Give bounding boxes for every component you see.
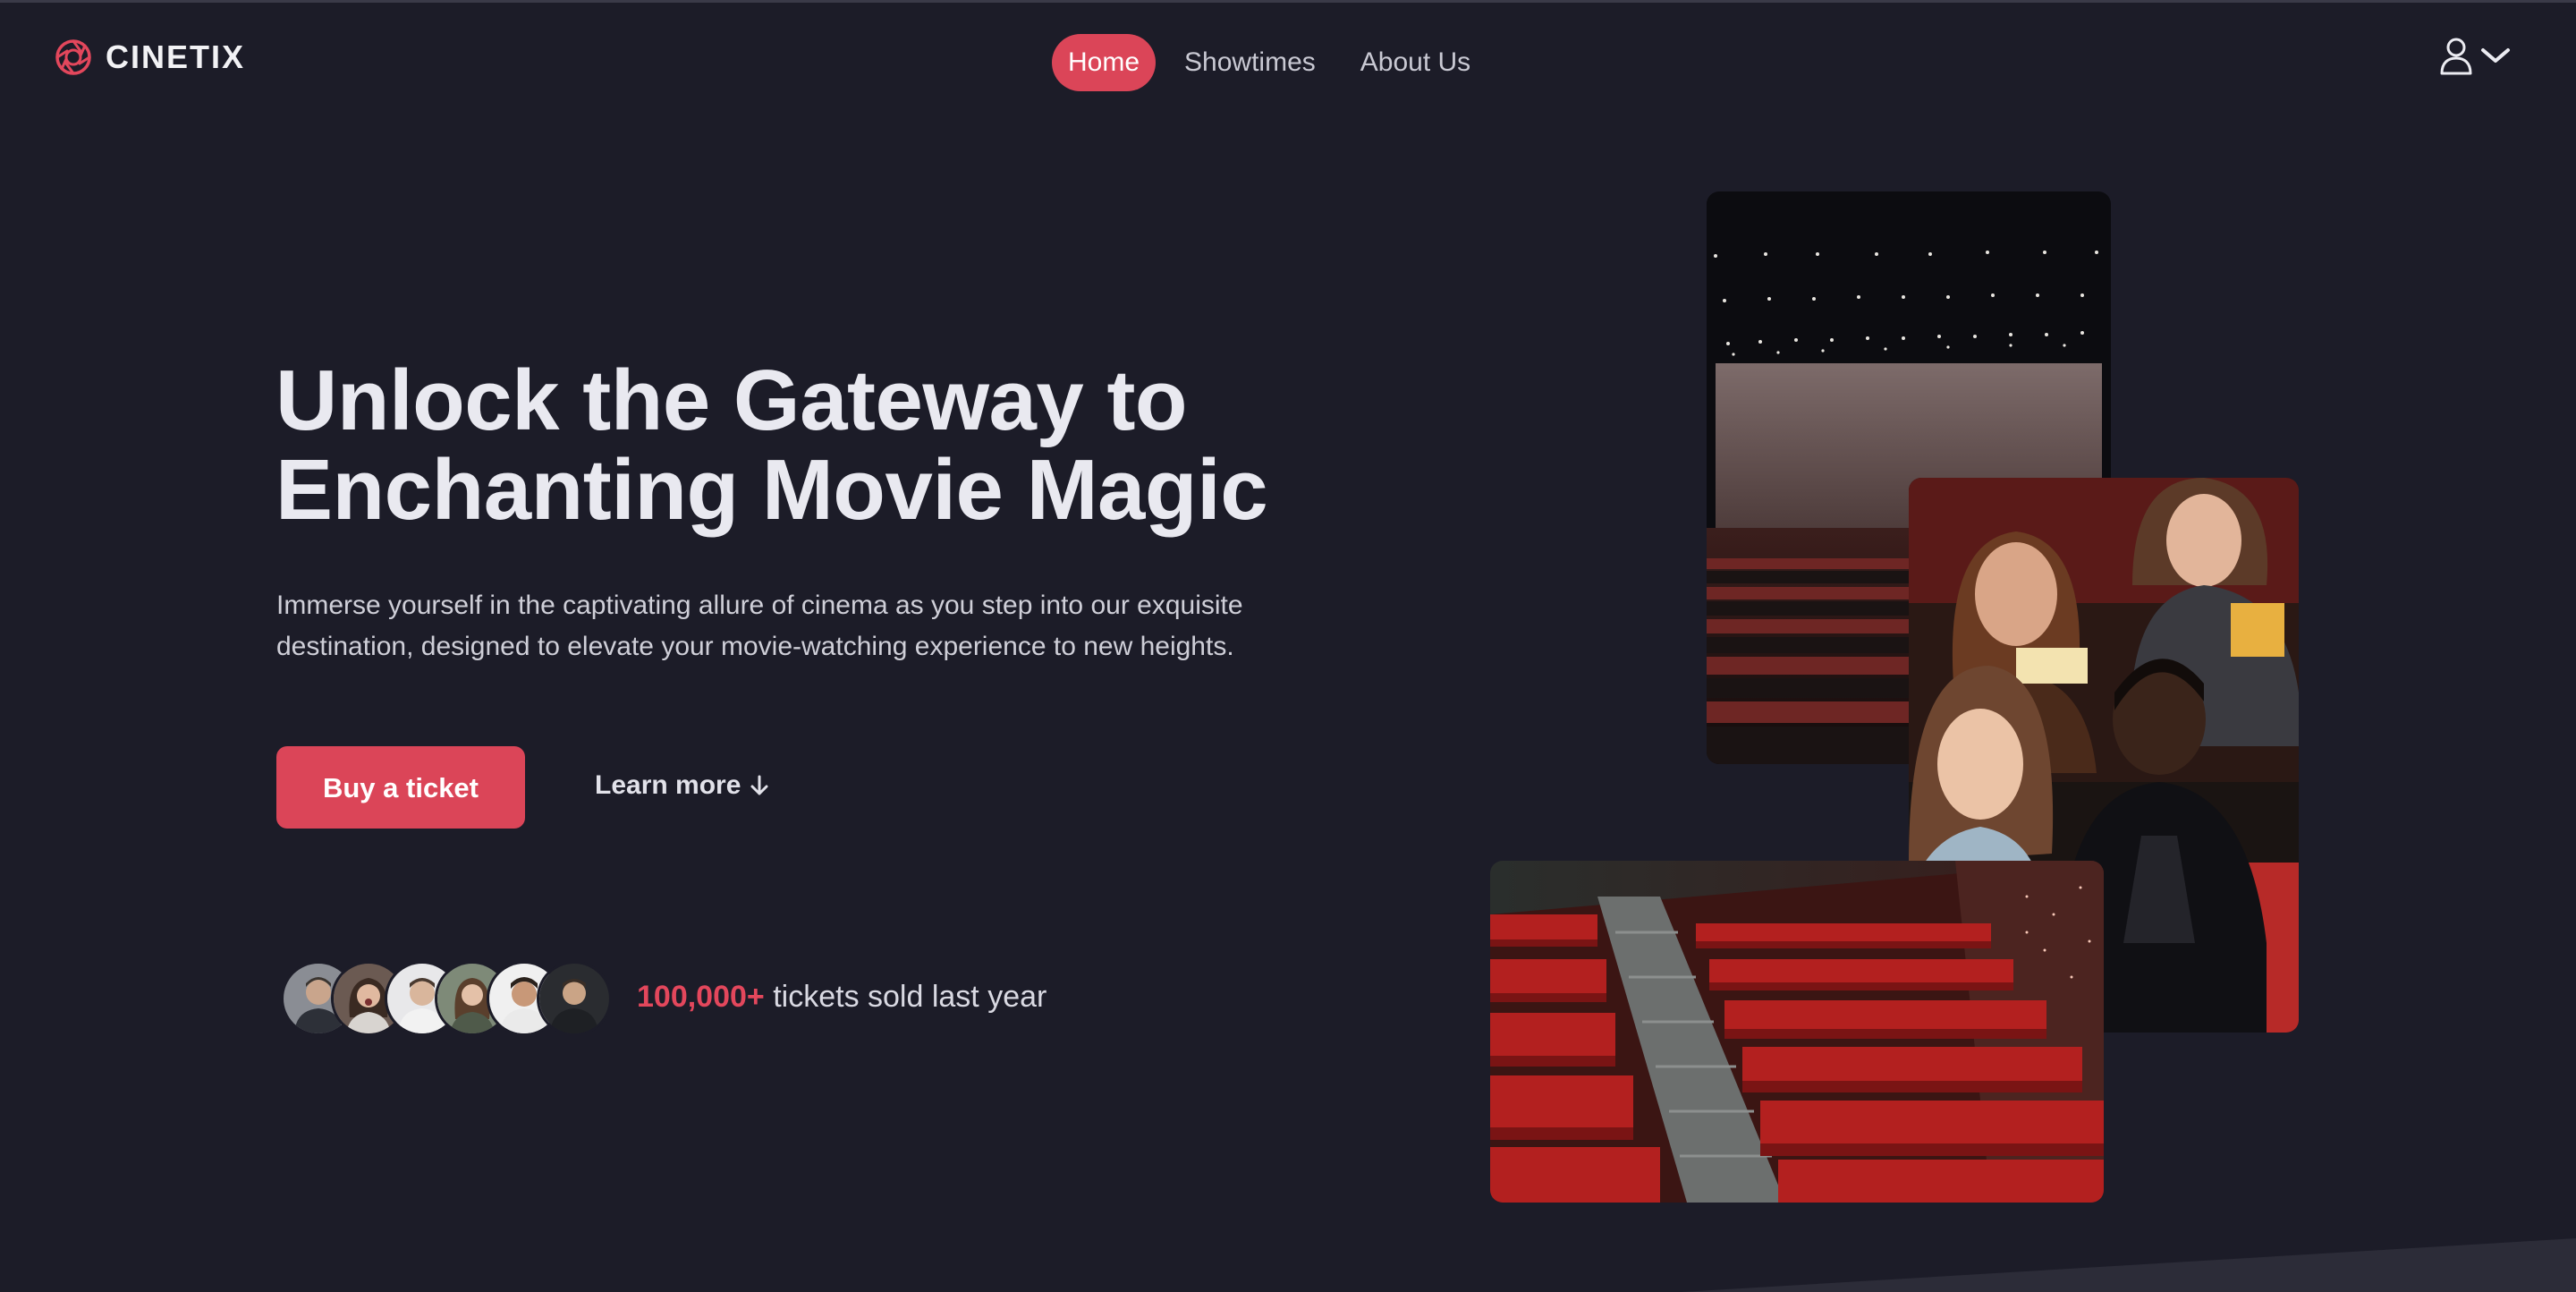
hero-title: Unlock the Gateway to Enchanting Movie M… (275, 356, 1349, 535)
tickets-sold-label: tickets sold last year (773, 980, 1047, 1014)
nav-item-home[interactable]: Home (1052, 34, 1157, 91)
arrow-down-icon (750, 775, 768, 795)
learn-more-link[interactable]: Learn more (595, 766, 769, 805)
chevron-down-icon (2481, 48, 2510, 63)
tickets-sold-count: 100,000+ (637, 980, 765, 1014)
account-menu-button[interactable] (2438, 36, 2512, 75)
aperture-logo-icon (55, 39, 91, 75)
user-icon (2440, 38, 2472, 75)
avatar (537, 961, 612, 1036)
top-border (0, 0, 2576, 3)
nav-item-about-us[interactable]: About Us (1344, 34, 1487, 91)
main-nav: Home Showtimes About Us (1052, 34, 1487, 91)
learn-more-label: Learn more (595, 770, 741, 800)
hero-subtitle-line-2: destination, designed to elevate your mo… (276, 632, 1234, 661)
brand-name: CINETIX (106, 38, 246, 75)
nav-item-showtimes[interactable]: Showtimes (1168, 34, 1332, 91)
tickets-sold-stat: 100,000+ tickets sold last year (637, 977, 1046, 1016)
hero-subtitle-line-1: Immerse yourself in the captivating allu… (276, 591, 1243, 620)
hero-title-line-2: Enchanting Movie Magic (275, 442, 1268, 538)
customer-avatars (281, 961, 612, 1036)
theater-seats-photo (1490, 861, 2104, 1203)
hero-subtitle: Immerse yourself in the captivating allu… (276, 585, 1332, 667)
brand-logo[interactable]: CINETIX (54, 38, 245, 77)
hero-title-line-1: Unlock the Gateway to (275, 353, 1188, 448)
buy-ticket-button[interactable]: Buy a ticket (276, 746, 525, 829)
